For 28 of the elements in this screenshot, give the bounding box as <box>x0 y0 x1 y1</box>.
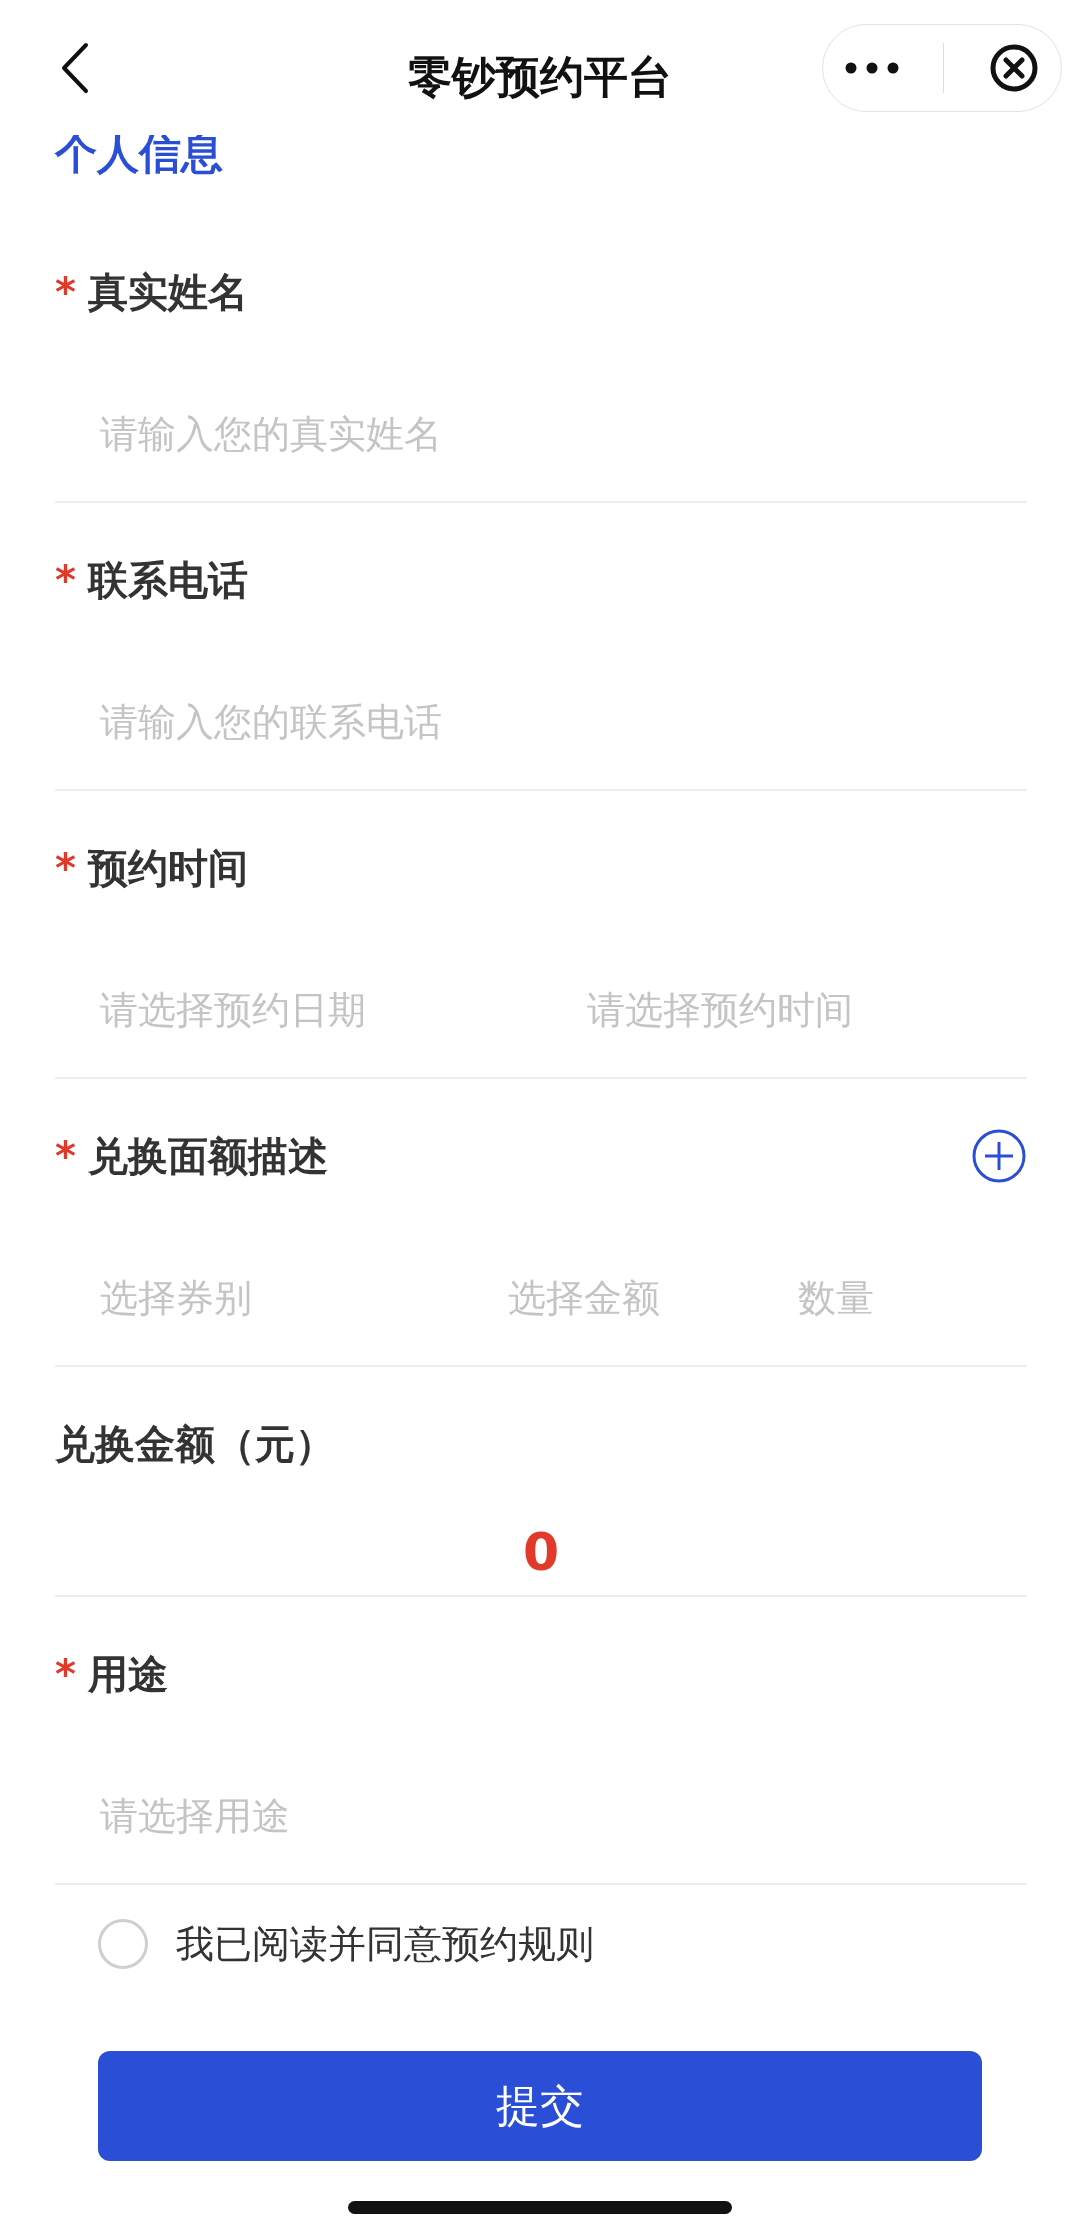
field-label: * 用途 <box>55 1652 168 1696</box>
required-mark: * <box>55 1134 76 1178</box>
required-mark: * <box>55 558 76 602</box>
input-field[interactable]: 请选择预约时间 <box>587 968 987 1052</box>
submit-button[interactable]: 提交 <box>98 2051 982 2161</box>
required-mark: * <box>55 846 76 890</box>
agree-checkbox[interactable] <box>98 1919 148 1969</box>
page-title: 零钞预约平台 <box>408 50 672 104</box>
input-field[interactable]: 选择券别 <box>100 1256 508 1340</box>
field-label: 兑换金额（元） <box>55 1422 335 1466</box>
input-field[interactable]: 选择金额 <box>508 1256 798 1340</box>
input-field[interactable]: 请输入您的真实姓名 <box>100 392 900 476</box>
more-icon[interactable] <box>845 61 900 74</box>
input-field[interactable]: 请选择用途 <box>100 1774 900 1858</box>
field-label: * 预约时间 <box>55 846 248 890</box>
add-icon[interactable] <box>971 1128 1027 1184</box>
field-label: * 兑换面额描述 <box>55 1134 328 1178</box>
input-field[interactable]: 请选择预约日期 <box>100 968 587 1052</box>
field-label: * 联系电话 <box>55 558 248 602</box>
required-mark: * <box>55 1652 76 1696</box>
input-field[interactable]: 请输入您的联系电话 <box>100 680 900 764</box>
close-icon[interactable] <box>988 42 1039 93</box>
section-title: 个人信息 <box>55 129 223 179</box>
required-mark: * <box>55 270 76 314</box>
amount-value: 0 <box>522 1522 560 1582</box>
field-label: * 真实姓名 <box>55 270 248 314</box>
agree-label: 我已阅读并同意预约规则 <box>176 1920 594 1968</box>
input-field[interactable]: 数量 <box>798 1256 998 1340</box>
